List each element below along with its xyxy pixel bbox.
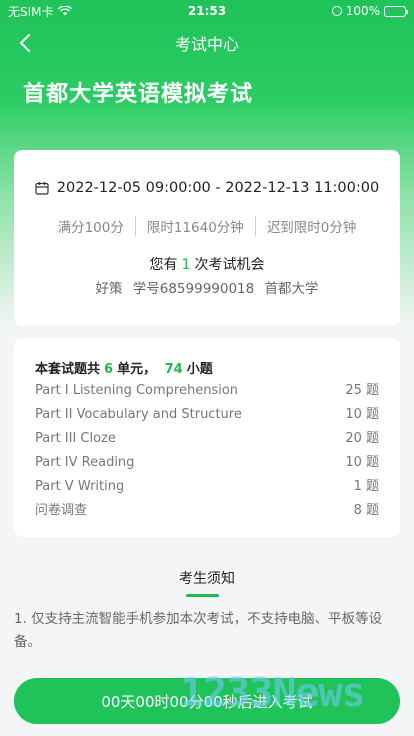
part-name: Part I Listening Comprehension <box>35 383 239 398</box>
nav-title: 考试中心 <box>174 35 239 54</box>
exam-chances: 您有 1 次考试机会 <box>14 254 400 274</box>
battery-icon <box>384 5 408 17</box>
unit-label: 单元， <box>117 362 157 377</box>
structure-summary: 本套试题共 6 单元， 74 小题 <box>35 358 213 377</box>
battery-percent: 100% <box>345 4 380 18</box>
student-id: 学号68599990018 <box>132 281 255 297</box>
exam-time-row: 2022-12-05 09:00:00 - 2022-12-13 11:00:0… <box>14 180 400 196</box>
wifi-icon <box>57 6 72 16</box>
exam-title: 首都大学英语模拟考试 <box>23 82 254 107</box>
unit-count: 6 <box>104 362 114 377</box>
notice-underline <box>186 594 219 597</box>
chance-suffix: 次考试机会 <box>194 257 265 273</box>
full-score: 满分100分 <box>57 220 124 236</box>
exam-structure-card: 本套试题共 6 单元， 74 小题 Part I Listening Comprehe… <box>14 338 400 537</box>
student-name: 好策 <box>95 281 123 297</box>
summary-prefix: 本套试题共 <box>35 362 101 377</box>
part-count: 20 题 <box>345 431 379 446</box>
part-name: Part III Cloze <box>35 431 116 446</box>
part-name: Part II Vocabulary and Structure <box>35 407 242 422</box>
divider <box>254 216 256 236</box>
part-row: Part IV Reading 10 题 <box>35 451 379 475</box>
part-count: 1 题 <box>353 479 379 494</box>
part-count: 10 题 <box>345 407 379 422</box>
back-button[interactable] <box>10 28 40 58</box>
notice-title: 考生须知 <box>179 571 235 587</box>
part-name: Part IV Reading <box>35 455 135 470</box>
part-list: Part I Listening Comprehension 25 题 Part … <box>35 379 379 523</box>
calendar-icon <box>35 182 49 195</box>
school-name: 首都大学 <box>264 281 319 297</box>
exam-time-range: 2022-12-05 09:00:00 - 2022-12-13 11:00:0… <box>56 180 380 196</box>
exam-rules: 满分100分 限时11640分钟 迟到限时0分钟 <box>14 216 400 236</box>
exam-info-card: 2022-12-05 09:00:00 - 2022-12-13 11:00:0… <box>14 150 400 326</box>
status-bar: 无SIM卡 21:53 100% <box>0 0 414 22</box>
part-count: 25 题 <box>345 383 379 398</box>
chance-count: 1 <box>181 257 191 273</box>
part-count: 8 题 <box>353 503 379 518</box>
part-name: Part V Writing <box>35 479 125 494</box>
question-count: 74 <box>164 362 183 377</box>
student-info: 好策 学号68599990018 首都大学 <box>14 277 400 297</box>
rotation-lock-icon <box>331 6 342 16</box>
part-count: 10 题 <box>345 455 379 470</box>
chevron-left-icon <box>20 34 30 52</box>
notice-text: 1. 仅支持主流智能手机参加本次考试，不支持电脑、平板等设备。 <box>14 611 383 650</box>
part-row: Part V Writing 1 题 <box>35 475 379 499</box>
part-row: Part I Listening Comprehension 25 题 <box>35 379 379 403</box>
divider <box>134 216 136 236</box>
nav-bar: 考试中心 <box>0 22 414 64</box>
question-label: 小题 <box>186 362 213 377</box>
part-row: 问卷调查 8 题 <box>35 499 379 523</box>
part-name: 问卷调查 <box>35 503 88 518</box>
time-limit: 限时11640分钟 <box>146 220 244 236</box>
part-row: Part III Cloze 20 题 <box>35 427 379 451</box>
late-limit: 迟到限时0分钟 <box>266 220 357 236</box>
carrier-label: 无SIM卡 <box>8 4 54 19</box>
part-row: Part II Vocabulary and Structure 10 题 <box>35 403 379 427</box>
chance-prefix: 您有 <box>149 257 178 273</box>
watermark: 1233News <box>180 670 366 716</box>
